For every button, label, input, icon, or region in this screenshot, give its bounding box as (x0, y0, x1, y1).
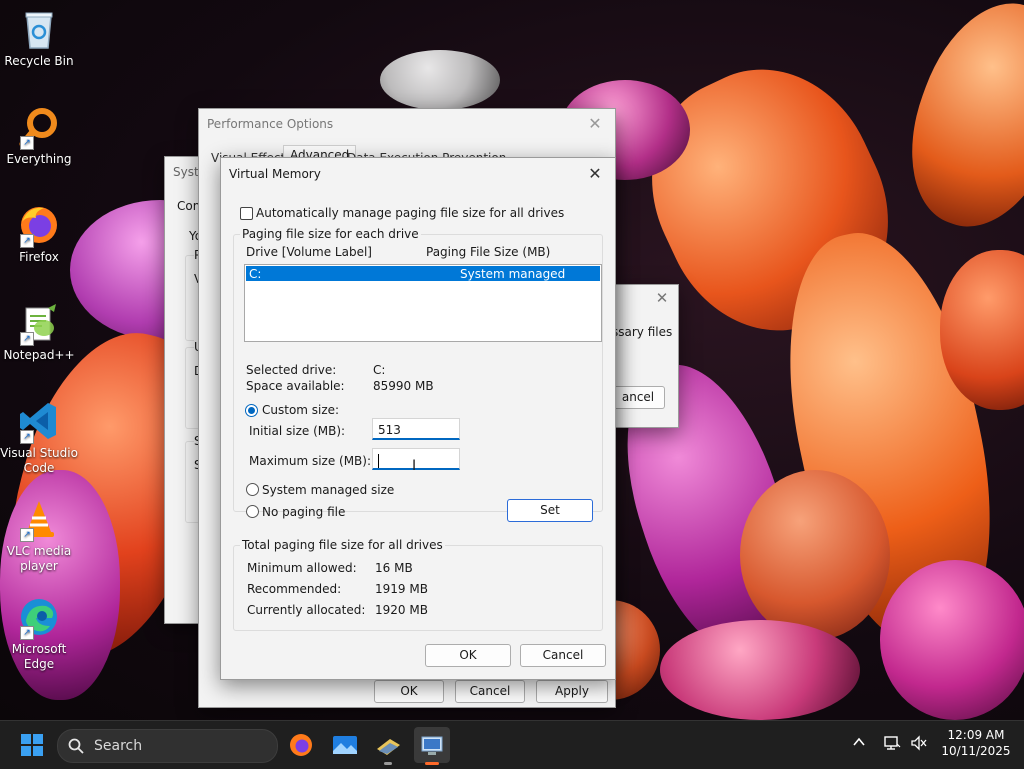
close-icon[interactable]: ✕ (585, 164, 605, 183)
desktop-icon-label: VLC media player (6, 544, 72, 573)
group-label: Paging file size for each drive (240, 227, 421, 241)
recommended-label: Recommended: (247, 582, 342, 596)
currently-allocated-value: 1920 MB (375, 603, 428, 617)
windows-logo-icon (21, 734, 43, 756)
clock-time: 12:09 AM (947, 728, 1005, 742)
search-icon (68, 738, 84, 754)
window-title: Virtual Memory (229, 167, 321, 181)
desktop-icon-label: Notepad++ (3, 348, 75, 362)
close-icon[interactable]: ✕ (652, 289, 672, 307)
vlc-icon: ↗ (18, 498, 60, 542)
text-cursor (378, 453, 379, 468)
system-managed-radio[interactable] (246, 483, 259, 496)
apply-button[interactable]: Apply (536, 680, 608, 703)
auto-manage-label: Automatically manage paging file size fo… (256, 206, 565, 220)
clock[interactable]: 12:09 AM 10/11/2025 (936, 727, 1016, 759)
shortcut-arrow-icon: ↗ (20, 430, 34, 444)
search-box[interactable]: Search (57, 729, 278, 763)
window-title: Performance Options (207, 117, 334, 131)
recommended-value: 1919 MB (375, 582, 428, 596)
virtual-memory-dialog: Virtual Memory ✕ Automatically manage pa… (220, 157, 616, 680)
desktop-icon-label: Everything (6, 152, 72, 166)
no-paging-file-radio[interactable] (246, 505, 259, 518)
space-available-value: 85990 MB (373, 379, 434, 393)
system-properties-icon (421, 736, 443, 755)
selected-drive-label: Selected drive: (246, 363, 337, 377)
table-row[interactable]: C: System managed (246, 266, 600, 281)
running-indicator (384, 762, 392, 765)
notepad-plus-plus-icon: ↗ (18, 302, 60, 346)
network-icon[interactable] (883, 735, 901, 754)
close-icon[interactable]: ✕ (585, 114, 605, 133)
set-button[interactable]: Set (507, 499, 593, 522)
title-bar: Performance Options ✕ (199, 109, 615, 139)
i-beam-cursor-icon: I (412, 458, 417, 474)
taskbar-firefox[interactable] (283, 727, 319, 763)
everything-search-icon: ↗ (18, 106, 60, 150)
background-dialog: ✕ ssary files ancel (612, 284, 679, 428)
minimum-allowed-label: Minimum allowed: (247, 561, 357, 575)
ok-button[interactable]: OK (374, 680, 444, 703)
desktop-icon-recycle-bin[interactable]: Recycle Bin (0, 8, 78, 69)
system-managed-label: System managed size (262, 483, 395, 497)
custom-size-label: Custom size: (262, 403, 340, 417)
photos-icon (333, 736, 357, 754)
desktop-icon-vlc[interactable]: ↗ VLC media player (0, 498, 78, 574)
column-header-drive[interactable]: Drive [Volume Label] (246, 245, 372, 259)
selected-drive-value: C: (373, 363, 386, 377)
desktop-icon-vscode[interactable]: ↗ Visual Studio Code (0, 400, 78, 476)
initial-size-label: Initial size (MB): (249, 424, 346, 438)
file-manager-icon (377, 739, 400, 755)
shortcut-arrow-icon: ↗ (20, 528, 34, 542)
maximum-size-label: Maximum size (MB): (249, 454, 372, 468)
ok-button[interactable]: OK (425, 644, 511, 667)
auto-manage-checkbox[interactable] (240, 207, 253, 220)
vscode-icon: ↗ (18, 400, 60, 444)
initial-size-field[interactable]: 513 (372, 418, 460, 440)
desktop-icon-label: Firefox (19, 250, 59, 264)
desktop-icon-edge[interactable]: ↗ Microsoft Edge (0, 596, 78, 672)
volume-muted-icon[interactable] (910, 735, 928, 754)
recycle-bin-icon (18, 8, 60, 50)
shortcut-arrow-icon: ↗ (20, 332, 34, 346)
title-bar: Virtual Memory ✕ (221, 158, 615, 188)
drive-cell: C: (249, 267, 262, 281)
desktop-icon-label: Recycle Bin (4, 54, 74, 68)
drive-list[interactable]: C: System managed (244, 264, 602, 342)
taskbar: Search 12:09 AM 10/11/2025 (0, 720, 1024, 769)
cancel-button[interactable]: Cancel (520, 644, 606, 667)
chevron-up-icon[interactable] (852, 735, 866, 753)
desktop-icon-label: Microsoft Edge (11, 642, 67, 671)
taskbar-file-app[interactable] (370, 727, 406, 765)
cancel-button[interactable]: Cancel (455, 680, 525, 703)
cancel-button[interactable]: ancel (612, 386, 665, 409)
firefox-icon (290, 734, 312, 756)
desktop-icon-everything[interactable]: ↗ Everything (0, 106, 78, 167)
group-label: Total paging file size for all drives (240, 538, 445, 552)
active-indicator (425, 762, 439, 765)
shortcut-arrow-icon: ↗ (20, 234, 34, 248)
size-cell: System managed (460, 267, 566, 281)
desktop-icon-notepad-plus-plus[interactable]: ↗ Notepad++ (0, 302, 78, 363)
desktop-icon-label: Visual Studio Code (0, 446, 78, 475)
edge-icon: ↗ (18, 596, 60, 640)
shortcut-arrow-icon: ↗ (20, 626, 34, 640)
no-paging-file-label: No paging file (262, 505, 346, 519)
taskbar-photos[interactable] (327, 727, 363, 763)
clock-date: 10/11/2025 (941, 744, 1011, 758)
dialog-text-fragment: ssary files (612, 325, 673, 339)
column-header-paging-size[interactable]: Paging File Size (MB) (426, 245, 550, 259)
desktop-icon-firefox[interactable]: ↗ Firefox (0, 204, 78, 265)
firefox-icon: ↗ (18, 204, 60, 248)
custom-size-radio[interactable] (245, 404, 258, 417)
space-available-label: Space available: (246, 379, 345, 393)
start-button[interactable] (14, 727, 50, 763)
search-placeholder: Search (94, 738, 143, 754)
currently-allocated-label: Currently allocated: (247, 603, 366, 617)
taskbar-system-properties[interactable] (414, 727, 450, 765)
minimum-allowed-value: 16 MB (375, 561, 413, 575)
shortcut-arrow-icon: ↗ (20, 136, 34, 150)
